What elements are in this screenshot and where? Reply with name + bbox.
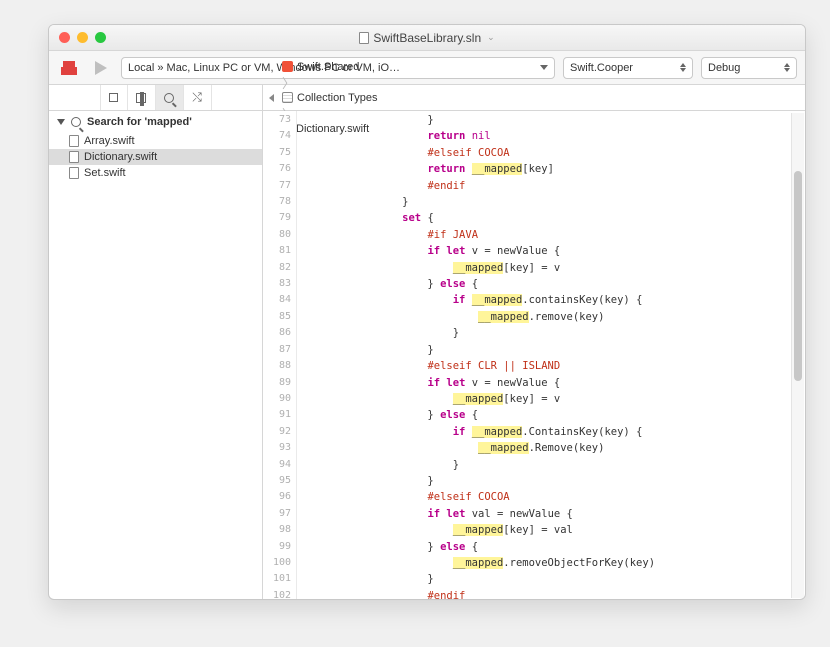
breadcrumb: Swift.Shared〉Collection Types〉Dictionary…: [263, 85, 805, 111]
main-body: ⤭ Search for 'mapped' Array.swift Diction…: [49, 85, 805, 599]
disclosure-triangle-icon: [57, 119, 65, 125]
play-icon: [95, 61, 107, 75]
search-icon: [164, 93, 174, 103]
search-result-item[interactable]: Array.swift: [49, 133, 262, 149]
file-icon: [69, 167, 79, 179]
search-header-text: Search for 'mapped': [87, 116, 192, 128]
stepper-icon: [680, 63, 686, 72]
dropdown-icon: [540, 65, 548, 70]
build-icon: [61, 61, 77, 75]
navigator-icon: [109, 93, 118, 102]
back-icon[interactable]: [269, 94, 274, 102]
breadcrumb-item[interactable]: Swift.Shared: [282, 61, 378, 73]
toolbar: Local » Mac, Linux PC or VM, Windows PC …: [49, 51, 805, 85]
title-chevron-icon: ⌄: [487, 32, 495, 43]
search-icon: [71, 117, 81, 127]
vertical-scrollbar[interactable]: [791, 113, 804, 598]
window-title: SwiftBaseLibrary.sln ⌄: [49, 31, 805, 45]
shuffle-icon: ⤭: [192, 90, 202, 105]
tab-search[interactable]: [156, 85, 184, 110]
symbols-icon: [136, 93, 146, 103]
search-result-item[interactable]: Set.swift: [49, 165, 262, 181]
tab-symbols[interactable]: [128, 85, 156, 110]
file-icon: [69, 151, 79, 163]
breadcrumb-item[interactable]: Collection Types: [282, 92, 378, 104]
line-gutter: 73 74 75 76 77 78 79 80 81 82 83 84 85 8…: [263, 111, 297, 599]
ide-window: SwiftBaseLibrary.sln ⌄ Local » Mac, Linu…: [48, 24, 806, 600]
window-controls: [49, 32, 106, 43]
sidebar: ⤭ Search for 'mapped' Array.swift Diction…: [49, 85, 263, 599]
file-name: Array.swift: [84, 135, 135, 147]
swift-icon: [282, 61, 293, 72]
search-results: Array.swift Dictionary.swift Set.swift: [49, 133, 262, 599]
breadcrumb-label: Collection Types: [297, 92, 378, 104]
tab-navigator[interactable]: [100, 85, 128, 110]
zoom-icon[interactable]: [95, 32, 106, 43]
close-icon[interactable]: [59, 32, 70, 43]
titlebar[interactable]: SwiftBaseLibrary.sln ⌄: [49, 25, 805, 51]
editor-pane: Swift.Shared〉Collection Types〉Dictionary…: [263, 85, 805, 599]
breadcrumb-label: Swift.Shared: [297, 61, 359, 73]
chevron-right-icon: 〉: [282, 76, 295, 91]
stepper-icon: [784, 63, 790, 72]
tab-shuffle[interactable]: ⤭: [184, 85, 212, 110]
scheme-text: Swift.Cooper: [570, 62, 633, 74]
run-button[interactable]: [89, 56, 113, 80]
config-text: Debug: [708, 62, 740, 74]
sidebar-tabs: ⤭: [49, 85, 262, 111]
file-name: Set.swift: [84, 167, 126, 179]
document-icon: [359, 32, 369, 44]
group-icon: [282, 92, 293, 103]
config-selector[interactable]: Debug: [701, 57, 797, 79]
build-button[interactable]: [57, 56, 81, 80]
code-text[interactable]: } return nil #elseif COCOA return __mapp…: [297, 111, 805, 599]
file-name: Dictionary.swift: [84, 151, 157, 163]
search-header[interactable]: Search for 'mapped': [49, 111, 262, 133]
code-area[interactable]: 73 74 75 76 77 78 79 80 81 82 83 84 85 8…: [263, 111, 805, 599]
scheme-selector[interactable]: Swift.Cooper: [563, 57, 693, 79]
minimize-icon[interactable]: [77, 32, 88, 43]
search-result-item[interactable]: Dictionary.swift: [49, 149, 262, 165]
title-text: SwiftBaseLibrary.sln: [373, 31, 481, 45]
scroll-thumb[interactable]: [794, 171, 802, 381]
file-icon: [69, 135, 79, 147]
